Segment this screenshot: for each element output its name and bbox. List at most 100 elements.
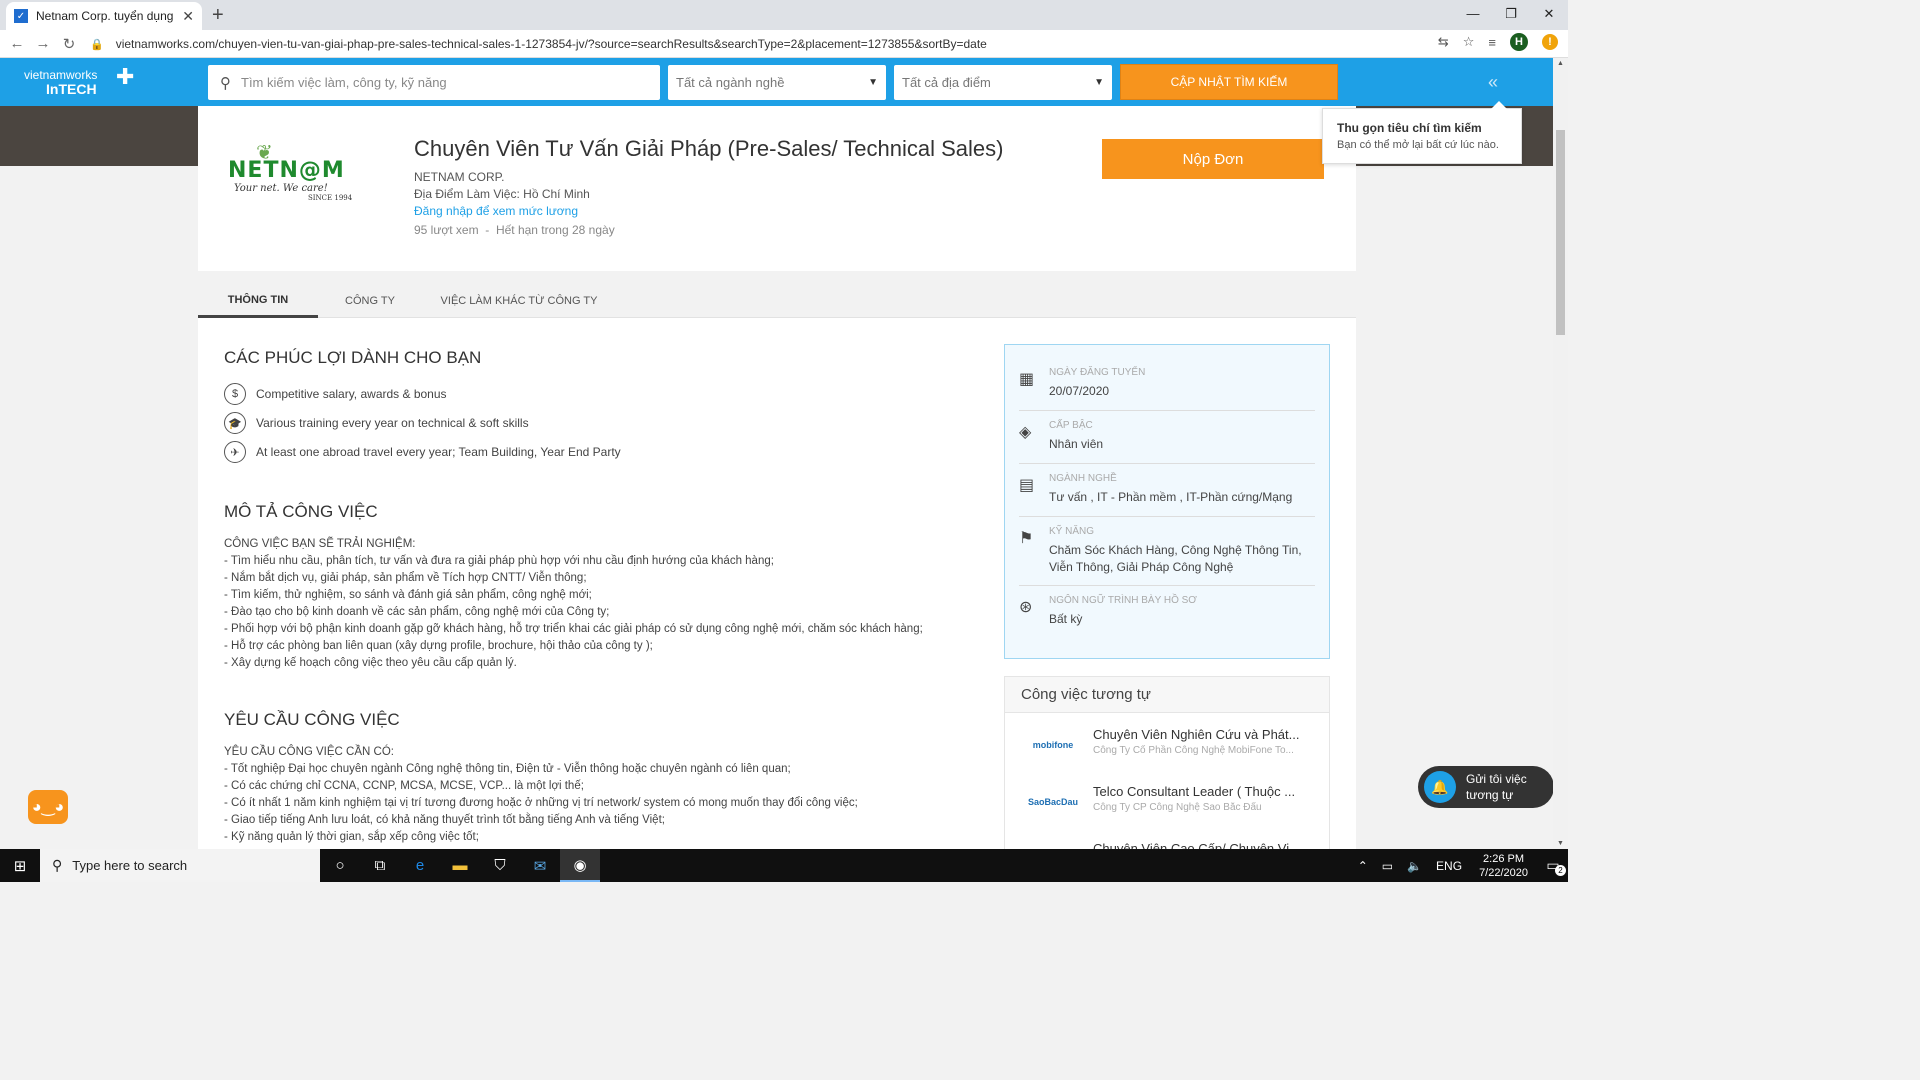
similar-job-title[interactable]: Chuyên Viên Nghiên Cứu và Phát... bbox=[1093, 727, 1315, 742]
site-logo[interactable]: vietnamworks InTECH ✚ bbox=[24, 66, 134, 97]
similar-job-item[interactable]: SaoBacDau Telco Consultant Leader ( Thuộ… bbox=[1005, 776, 1329, 828]
tab-company[interactable]: CÔNG TY bbox=[318, 284, 422, 318]
reload-icon[interactable]: ↻ bbox=[56, 35, 82, 53]
layers-icon: ◈ bbox=[1019, 424, 1032, 441]
company-name[interactable]: NETNAM CORP. bbox=[414, 170, 504, 184]
requirement-line: - Kỹ năng quản lý thời gian, sắp xếp côn… bbox=[224, 831, 479, 843]
tab-other-jobs[interactable]: VIỆC LÀM KHÁC TỪ CÔNG TY bbox=[422, 284, 616, 318]
profile-avatar[interactable]: H bbox=[1510, 33, 1528, 51]
company-logo[interactable]: ❦ NETN@M Your net. We care! SINCE 1994 bbox=[228, 140, 368, 220]
info-value: Bất kỳ bbox=[1049, 612, 1083, 626]
view-count: 95 lượt xem bbox=[414, 223, 479, 237]
info-value[interactable]: Tư vấn , IT - Phần mềm , IT-Phần cứng/Mạ… bbox=[1049, 489, 1311, 506]
logo-text-line2: InTECH bbox=[46, 81, 97, 97]
search-input[interactable]: ⚲ Tìm kiếm việc làm, công ty, kỹ năng bbox=[208, 65, 660, 100]
page-scrollbar[interactable]: ▲ ▼ bbox=[1553, 58, 1568, 849]
address-bar[interactable]: 🔒 vietnamworks.com/chuyen-vien-tu-van-gi… bbox=[90, 33, 1420, 55]
store-icon[interactable]: ⛉ bbox=[480, 849, 520, 882]
back-icon[interactable]: ← bbox=[4, 35, 30, 52]
info-label: NGÀY ĐĂNG TUYỂN bbox=[1049, 367, 1146, 378]
chrome-icon[interactable]: ◉ bbox=[560, 849, 600, 882]
new-tab-button[interactable]: + bbox=[212, 4, 224, 27]
benefit-text: Competitive salary, awards & bonus bbox=[256, 387, 447, 401]
job-location: Địa Điểm Làm Việc: Hồ Chí Minh bbox=[414, 187, 590, 201]
info-row-level: ◈ CẤP BẬC Nhân viên bbox=[1019, 416, 1315, 464]
search-placeholder: Tìm kiếm việc làm, công ty, kỹ năng bbox=[241, 75, 447, 90]
minimize-icon[interactable]: — bbox=[1454, 0, 1492, 30]
network-icon[interactable]: ▭ bbox=[1382, 859, 1393, 873]
similar-job-title[interactable]: Telco Consultant Leader ( Thuộc ... bbox=[1093, 784, 1315, 799]
briefcase-icon: ▤ bbox=[1019, 477, 1035, 494]
airplane-icon: ✈ bbox=[224, 441, 246, 463]
close-tab-icon[interactable]: ✕ bbox=[182, 8, 194, 25]
requirement-line: YÊU CẦU CÔNG VIỆC CẦN CÓ: bbox=[224, 746, 394, 758]
edge-icon[interactable]: e bbox=[400, 849, 440, 882]
clock[interactable]: 2:26 PM 7/22/2020 bbox=[1479, 852, 1528, 880]
location-select[interactable]: Tất cả địa điểm ▼ bbox=[894, 65, 1112, 100]
location-select-value: Tất cả địa điểm bbox=[902, 75, 991, 90]
notify-label-line2: tương tự bbox=[1466, 788, 1514, 802]
close-window-icon[interactable]: ✕ bbox=[1530, 0, 1568, 30]
salary-login-link[interactable]: Đăng nhập để xem mức lương bbox=[414, 204, 578, 218]
tooltip-title: Thu gọn tiêu chí tìm kiếm bbox=[1337, 121, 1482, 135]
tab-info[interactable]: THÔNG TIN bbox=[198, 284, 318, 318]
flag-icon: ⚑ bbox=[1019, 530, 1034, 547]
info-row-skills: ⚑ KỸ NĂNG Chăm Sóc Khách Hàng, Công Nghệ… bbox=[1019, 522, 1315, 586]
browser-tab[interactable]: ✓ Netnam Corp. tuyển dụng nhanh ✕ bbox=[6, 2, 202, 30]
forward-icon[interactable]: → bbox=[30, 35, 56, 52]
job-info-box: ▦ NGÀY ĐĂNG TUYỂN 20/07/2020 ◈ CẤP BẬC N… bbox=[1004, 344, 1330, 659]
info-value: Nhân viên bbox=[1049, 437, 1104, 451]
volume-icon[interactable]: 🔈 bbox=[1407, 859, 1422, 873]
action-center-icon[interactable]: ▭ 2 bbox=[1538, 857, 1568, 876]
collapse-filters-icon[interactable]: « bbox=[1488, 72, 1498, 93]
warning-icon[interactable]: ! bbox=[1542, 34, 1558, 50]
cortana-icon[interactable]: ○ bbox=[320, 849, 360, 882]
info-row-posted-date: ▦ NGÀY ĐĂNG TUYỂN 20/07/2020 bbox=[1019, 363, 1315, 411]
maximize-icon[interactable]: ❐ bbox=[1492, 0, 1530, 30]
notify-similar-jobs-button[interactable]: 🔔 Gửi tôi việc tương tự bbox=[1418, 766, 1554, 808]
tooltip-body: Bạn có thể mở lại bất cứ lúc nào. bbox=[1337, 139, 1499, 151]
chevron-up-icon[interactable]: ⌃ bbox=[1358, 859, 1368, 873]
graduation-cap-icon: 🎓 bbox=[224, 412, 246, 434]
info-value: Chăm Sóc Khách Hàng, Công Nghệ Thông Tin… bbox=[1049, 543, 1302, 574]
apply-button[interactable]: Nộp Đơn bbox=[1102, 139, 1324, 179]
scroll-up-icon[interactable]: ▲ bbox=[1553, 60, 1568, 67]
requirement-line: - Có ít nhất 1 năm kinh nghiệm tại vị tr… bbox=[224, 797, 858, 809]
star-icon[interactable]: ☆ bbox=[1463, 34, 1475, 50]
file-explorer-icon[interactable]: ▬ bbox=[440, 849, 480, 882]
description-body: CÔNG VIỆC BẠN SẼ TRẢI NGHIỆM: - Tìm hiểu… bbox=[224, 536, 923, 672]
task-view-icon[interactable]: ⧉ bbox=[360, 849, 400, 882]
site-header: vietnamworks InTECH ✚ ⚲ Tìm kiếm việc là… bbox=[0, 58, 1553, 106]
language-indicator[interactable]: ENG bbox=[1436, 859, 1462, 873]
requirements-body: YÊU CẦU CÔNG VIỆC CẦN CÓ: - Tốt nghiệp Đ… bbox=[224, 744, 858, 846]
job-title: Chuyên Viên Tư Vấn Giải Pháp (Pre-Sales/… bbox=[414, 136, 1004, 161]
job-content: CÁC PHÚC LỢI DÀNH CHO BẠN $ Competitive … bbox=[198, 318, 1356, 849]
similar-job-title[interactable]: Chuyên Viên Cao Cấp/ Chuyên Vi... bbox=[1093, 841, 1315, 849]
start-button[interactable]: ⊞ bbox=[0, 849, 40, 882]
scroll-down-icon[interactable]: ▼ bbox=[1553, 840, 1568, 847]
similar-job-item[interactable]: mobifone Chuyên Viên Nghiên Cứu và Phát.… bbox=[1005, 719, 1329, 771]
window-controls: — ❐ ✕ bbox=[1454, 0, 1568, 30]
taskbar-search[interactable]: ⚲ Type here to search bbox=[40, 849, 320, 882]
similar-job-logo: SaoBacDau bbox=[1027, 797, 1079, 807]
logo-text-line1: vietnamworks bbox=[24, 68, 98, 82]
industry-select-value: Tất cả ngành nghề bbox=[676, 75, 785, 90]
media-icon[interactable]: ≡ bbox=[1488, 35, 1496, 50]
chatbot-button[interactable]: ◕‿◕ bbox=[28, 790, 68, 824]
scrollbar-thumb[interactable] bbox=[1556, 130, 1565, 335]
search-icon: ⚲ bbox=[220, 74, 231, 92]
mail-icon[interactable]: ✉ bbox=[520, 849, 560, 882]
info-value: 20/07/2020 bbox=[1049, 384, 1110, 398]
info-label: NGÔN NGỮ TRÌNH BÀY HỒ SƠ bbox=[1049, 595, 1197, 606]
requirement-line: - Giao tiếp tiếng Anh lưu loát, có khả n… bbox=[224, 814, 665, 826]
requirements-heading: YÊU CẦU CÔNG VIỆC bbox=[224, 710, 400, 729]
translate-icon[interactable]: ⇆ bbox=[1438, 34, 1449, 50]
logo-slogan: Your net. We care! bbox=[234, 183, 328, 194]
industry-select[interactable]: Tất cả ngành nghề ▼ bbox=[668, 65, 886, 100]
update-search-button[interactable]: CẬP NHẬT TÌM KIẾM bbox=[1120, 64, 1338, 100]
description-line: - Nắm bắt dịch vụ, giải pháp, sản phẩm v… bbox=[224, 572, 587, 584]
toolbar-icons: ⇆ ☆ ≡ H ! bbox=[1438, 33, 1558, 51]
similar-job-logo: mobifone bbox=[1032, 740, 1074, 750]
job-tabs: THÔNG TIN CÔNG TY VIỆC LÀM KHÁC TỪ CÔNG … bbox=[198, 284, 1356, 318]
similar-job-item[interactable]: Chuyên Viên Cao Cấp/ Chuyên Vi... bbox=[1005, 833, 1329, 849]
